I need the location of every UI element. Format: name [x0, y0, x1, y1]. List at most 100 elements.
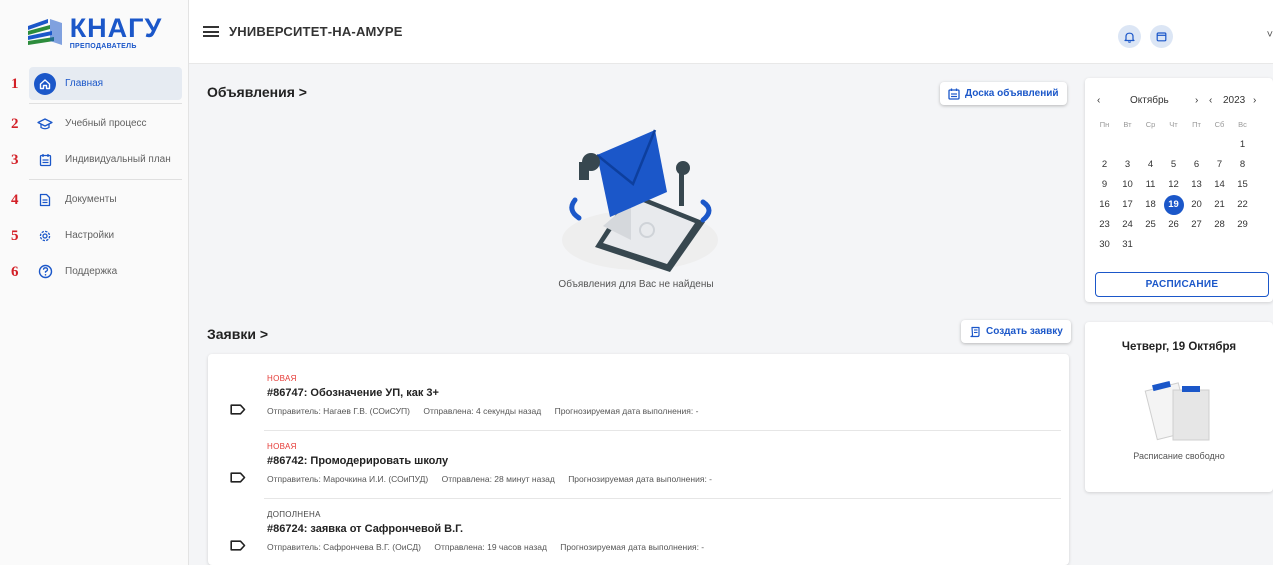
sidebar-item-support[interactable]: 6 Поддержка	[11, 255, 182, 288]
calendar-day[interactable]: 6	[1185, 156, 1208, 173]
document-icon	[34, 189, 56, 211]
sidebar-item-label: Учебный процесс	[65, 118, 147, 129]
board-button-label: Доска объявлений	[965, 88, 1059, 99]
sidebar: КНАГУ ПРЕПОДАВАТЕЛЬ 1 Главная 2 Учебный …	[0, 0, 189, 565]
sidebar-item-documents[interactable]: 4 Документы	[11, 183, 182, 216]
calendar-day[interactable]: 8	[1231, 156, 1254, 173]
nav-number: 5	[11, 228, 19, 244]
weekday-label: Сб	[1214, 120, 1225, 129]
sidebar-item-settings[interactable]: 5 Настройки	[11, 219, 182, 252]
calendar-day[interactable]: 3	[1116, 156, 1139, 173]
home-icon	[34, 72, 56, 95]
request-meta: Отправитель: Сафрончева В.Г. (ОиСД) Отпр…	[267, 542, 715, 552]
request-meta: Отправитель: Нагаев Г.В. (СОиСУП) Отправ…	[267, 406, 709, 416]
nav-number: 4	[11, 192, 19, 208]
sidebar-item-individual-plan[interactable]: 3 Индивидуальный план	[11, 143, 182, 176]
sidebar-item-study-process[interactable]: 2 Учебный процесс	[11, 107, 182, 140]
announcement-board-button[interactable]: Доска объявлений	[940, 82, 1067, 105]
calendar-day[interactable]: 14	[1208, 176, 1231, 193]
day-schedule-text: Расписание свободно	[1133, 451, 1225, 461]
logo-title: КНАГУ	[69, 12, 163, 43]
calendar-day[interactable]: 29	[1231, 216, 1254, 233]
weekday-label: Ср	[1145, 120, 1156, 129]
next-year-chevron-right-icon[interactable]: ›	[1253, 95, 1256, 106]
nav-number: 3	[11, 152, 19, 168]
request-sender: Отправитель: Марочкина И.И. (СОиПУД)	[267, 474, 429, 484]
request-item[interactable]: ДОПОЛНЕНА #86724: заявка от Сафрончевой …	[208, 510, 1061, 565]
divider	[29, 103, 182, 104]
calendar-day[interactable]: 9	[1093, 176, 1116, 193]
prev-year-chevron-left-icon[interactable]: ‹	[1209, 95, 1212, 106]
calendar-day[interactable]: 20	[1185, 196, 1208, 213]
requests-list: НОВАЯ #86747: Обозначение УП, как 3+ Отп…	[208, 354, 1069, 565]
request-title[interactable]: #86724: заявка от Сафрончевой В.Г.	[267, 523, 463, 535]
calendar-day[interactable]: 4	[1139, 156, 1162, 173]
request-due: Прогнозируемая дата выполнения: -	[554, 406, 699, 416]
request-item[interactable]: НОВАЯ #86747: Обозначение УП, как 3+ Отп…	[208, 374, 1061, 442]
calendar-month[interactable]: Октябрь	[1130, 95, 1169, 106]
calendar-icon	[1156, 32, 1167, 42]
prev-month-chevron-left-icon[interactable]: ‹	[1097, 95, 1100, 106]
calendar-day[interactable]: 13	[1185, 176, 1208, 193]
next-month-chevron-right-icon[interactable]: ›	[1195, 95, 1198, 106]
sidebar-item-label: Индивидуальный план	[65, 154, 171, 165]
selected-day[interactable]: 19	[1163, 194, 1184, 215]
calendar-day[interactable]: 5	[1162, 156, 1185, 173]
account-chevron-down-icon[interactable]: ˅	[1267, 29, 1273, 41]
calendar-day[interactable]: 19	[1162, 194, 1185, 215]
announcements-title[interactable]: Объявления >	[207, 84, 307, 100]
schedule-button[interactable]: РАСПИСАНИЕ	[1095, 272, 1269, 297]
request-scroll-icon	[970, 326, 980, 337]
sidebar-item-label: Поддержка	[65, 266, 118, 277]
empty-announcements-illustration	[562, 129, 718, 272]
tag-icon	[230, 472, 246, 483]
calendar-day[interactable]: 25	[1139, 216, 1162, 233]
request-sender: Отправитель: Сафрончева В.Г. (ОиСД)	[267, 542, 421, 552]
calendar-day[interactable]: 21	[1208, 196, 1231, 213]
divider	[264, 430, 1061, 431]
calendar-day[interactable]: 15	[1231, 176, 1254, 193]
request-sender: Отправитель: Нагаев Г.В. (СОиСУП)	[267, 406, 410, 416]
calendar-day[interactable]: 18	[1139, 196, 1162, 213]
request-title[interactable]: #86747: Обозначение УП, как 3+	[267, 387, 439, 399]
calendar-day[interactable]: 1	[1231, 136, 1254, 153]
day-schedule-card: Четверг, 19 Октября Расписание свободно	[1085, 322, 1273, 492]
calendar-day[interactable]: 16	[1093, 196, 1116, 213]
calendar-day[interactable]: 7	[1208, 156, 1231, 173]
calendar-day[interactable]: 30	[1093, 236, 1116, 253]
request-item[interactable]: НОВАЯ #86742: Промодерировать школу Отпр…	[208, 442, 1061, 510]
calendar-day[interactable]: 17	[1116, 196, 1139, 213]
calendar-day[interactable]: 27	[1185, 216, 1208, 233]
calendar-day[interactable]: 10	[1116, 176, 1139, 193]
calendar-day[interactable]: 31	[1116, 236, 1139, 253]
calendar-day[interactable]: 23	[1093, 216, 1116, 233]
request-sent: Отправлена: 28 минут назад	[441, 474, 555, 484]
tag-icon	[230, 404, 246, 415]
calendar-day[interactable]: 22	[1231, 196, 1254, 213]
sidebar-item-label: Настройки	[65, 230, 115, 241]
request-sent: Отправлена: 19 часов назад	[434, 542, 547, 552]
calendar-day[interactable]: 2	[1093, 156, 1116, 173]
logo[interactable]: КНАГУ ПРЕПОДАВАТЕЛЬ	[0, 0, 188, 64]
menu-icon[interactable]	[203, 26, 219, 37]
requests-title[interactable]: Заявки >	[207, 326, 268, 342]
sidebar-item-label: Документы	[65, 194, 117, 205]
divider	[29, 179, 182, 180]
request-title[interactable]: #86742: Промодерировать школу	[267, 455, 448, 467]
calendar-empty-cell	[1185, 136, 1208, 153]
calendar-day[interactable]: 24	[1116, 216, 1139, 233]
nav-number: 2	[11, 116, 19, 132]
calendar-day[interactable]: 12	[1162, 176, 1185, 193]
create-request-button[interactable]: Создать заявку	[961, 320, 1071, 343]
tag-icon	[230, 540, 246, 551]
calendar-day[interactable]: 26	[1162, 216, 1185, 233]
request-sent: Отправлена: 4 секунды назад	[423, 406, 542, 416]
calendar-day[interactable]: 28	[1208, 216, 1231, 233]
notifications-button[interactable]	[1118, 25, 1141, 48]
calendar-button[interactable]	[1150, 25, 1173, 48]
request-meta: Отправитель: Марочкина И.И. (СОиПУД) Отп…	[267, 474, 723, 484]
sidebar-item-home[interactable]: 1 Главная	[11, 67, 182, 100]
calendar-year[interactable]: 2023	[1223, 95, 1245, 106]
calendar-day[interactable]: 11	[1139, 176, 1162, 193]
day-title: Четверг, 19 Октября	[1121, 341, 1237, 353]
